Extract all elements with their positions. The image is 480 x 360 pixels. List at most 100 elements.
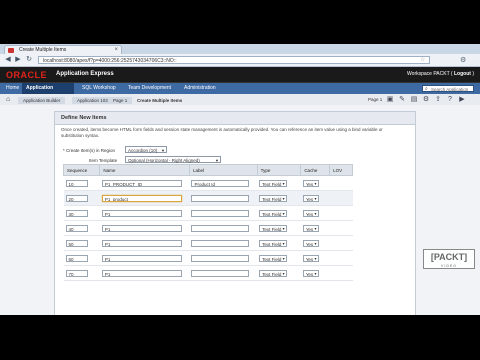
chevron-down-icon: ▼ [281,241,286,246]
sequence-input[interactable]: 50 [65,239,88,247]
type-select[interactable]: Text Field ▼ [259,254,288,262]
type-select[interactable]: Text Field ▼ [259,239,288,247]
chevron-down-icon: ▼ [313,196,318,201]
chevron-down-icon: ▼ [281,271,286,276]
label-input[interactable] [191,209,250,217]
address-bar: ◀ ▶ ↻ localhost:8080/apex/f?p=4000:256:2… [0,54,480,67]
panel-description: Once created, items become HTML form fie… [61,127,383,138]
watermark-sub: VIDEO [441,264,457,268]
breadcrumb-item[interactable]: Application Builder [18,97,66,104]
col-cache: Cache [300,164,331,176]
col-label: Label [188,164,258,176]
sequence-input[interactable]: 10 [65,179,88,187]
col-lov: LOV [329,164,353,176]
edit-page-icon[interactable]: ▣ [386,96,394,104]
wrench-icon[interactable]: ⚙ [460,56,466,64]
col-sequence: Sequence [62,164,101,176]
table-row: 40 P1_ Text Field ▼ Yes ▼ [63,220,353,236]
cache-select[interactable]: Yes ▼ [302,194,320,202]
breadcrumb-item[interactable]: Page 1 [108,97,133,104]
breadcrumb-item[interactable]: Application 103 [72,97,113,104]
nav-application-builder[interactable]: Application Builder [22,83,74,102]
home-icon[interactable]: ⌂ [6,96,10,103]
reload-icon[interactable]: ↻ [25,56,33,64]
search-input[interactable]: ⌕ Search Application [422,85,474,92]
cache-select[interactable]: Yes ▼ [302,254,320,262]
chevron-down-icon: ▼ [313,271,318,276]
name-input[interactable]: P1_ [101,224,182,232]
type-select[interactable]: Text Field ▼ [259,209,288,217]
panel-title: Define New Items [55,112,415,125]
cache-select[interactable]: Yes ▼ [302,224,320,232]
sequence-input[interactable]: 70 [65,269,88,277]
search-icon: ⌕ [425,86,428,92]
items-table: Sequence Name Label Type Cache LOV 10 P1… [62,164,353,281]
sequence-input[interactable]: 30 [65,209,88,217]
search-placeholder: Search Application [431,87,469,92]
main-nav: Home Application Builder SQL Workshop Te… [0,83,480,102]
app-name: Application Express [56,71,114,77]
back-icon[interactable]: ◀ [4,56,12,64]
table-row: 10 P1_PRODUCT_ID Product Id Text Field ▼ … [63,175,353,191]
sequence-input[interactable]: 40 [65,224,88,232]
chevron-down-icon: ▼ [313,256,318,261]
lock-icon[interactable]: ▤ [410,96,418,104]
label-input[interactable] [191,254,250,262]
define-items-panel: Define New Items Once created, items bec… [54,111,416,315]
sequence-input[interactable]: 20 [65,194,88,202]
col-name: Name [99,164,190,176]
label-input[interactable] [191,194,250,202]
region-select[interactable]: Accordion (10) ▼ [125,146,167,153]
nav-sql-workshop[interactable]: SQL Workshop [78,83,120,94]
nav-home[interactable]: Home [2,83,23,94]
label-input[interactable] [191,269,250,277]
browser-window: Create Multiple Items × ◀ ▶ ↻ localhost:… [0,44,480,315]
type-select[interactable]: Text Field ▼ [259,269,288,277]
chevron-down-icon: ▼ [313,241,318,246]
cache-select[interactable]: Yes ▼ [302,239,320,247]
workspace-label: Workspace PACKT [407,71,450,77]
cache-select[interactable]: Yes ▼ [302,179,320,187]
name-input[interactable]: P1_PRODUCT_ID [101,179,182,187]
breadcrumb-current: Create Multiple Items [132,97,188,104]
template-label: Item Template [89,158,118,163]
name-input[interactable]: P1_ [101,269,182,277]
chevron-down-icon: ▼ [313,226,318,231]
label-input[interactable]: Product Id [191,179,250,187]
forward-icon[interactable]: ▶ [14,56,22,64]
table-row: 20 P1_product Text Field ▼ Yes ▼ [63,190,353,206]
tab-bar: Create Multiple Items × [0,44,480,54]
main-content: Define New Items Once created, items bec… [0,105,480,315]
cache-select[interactable]: Yes ▼ [302,209,320,217]
packt-watermark-logo: [PACKT] VIDEO [423,249,475,269]
name-input[interactable]: P1_product [101,194,182,202]
nav-administration[interactable]: Administration [180,83,220,94]
name-input[interactable]: P1_ [101,209,182,217]
apex-favicon-icon [8,48,14,53]
chevron-down-icon: ▼ [161,148,165,153]
col-type: Type [256,164,302,176]
page-number: Page 1 [368,97,383,102]
type-select[interactable]: Text Field ▼ [259,224,288,232]
name-input[interactable]: P1_ [101,254,182,262]
table-row: 60 P1_ Text Field ▼ Yes ▼ [63,250,353,266]
apex-header: ORACLE Application Express Workspace PAC… [0,67,480,83]
settings-icon[interactable]: ⚙ [422,96,430,104]
cache-select[interactable]: Yes ▼ [302,269,320,277]
share-icon[interactable]: ⇪ [434,96,442,104]
label-input[interactable] [191,239,250,247]
type-select[interactable]: Text Field ▼ [259,194,288,202]
sequence-input[interactable]: 60 [65,254,88,262]
nav-team-development[interactable]: Team Development [124,83,175,94]
label-input[interactable] [191,224,250,232]
url-input[interactable]: localhost:8080/apex/f?p=4000:256:2525743… [38,56,430,64]
run-page-icon[interactable]: ▶ [458,96,466,104]
template-select[interactable]: Optional (Horizontal - Right Aligned) ▼ [125,156,221,163]
edit-icon[interactable]: ✎ [398,96,406,104]
bookmark-star-icon[interactable]: ☆ [420,56,425,63]
logout-link[interactable]: Logout [454,71,471,77]
help-icon[interactable]: ? [446,96,454,104]
browser-tab[interactable]: Create Multiple Items × [4,45,122,54]
name-input[interactable]: P1_ [101,239,182,247]
type-select[interactable]: Text Field ▼ [259,179,288,187]
